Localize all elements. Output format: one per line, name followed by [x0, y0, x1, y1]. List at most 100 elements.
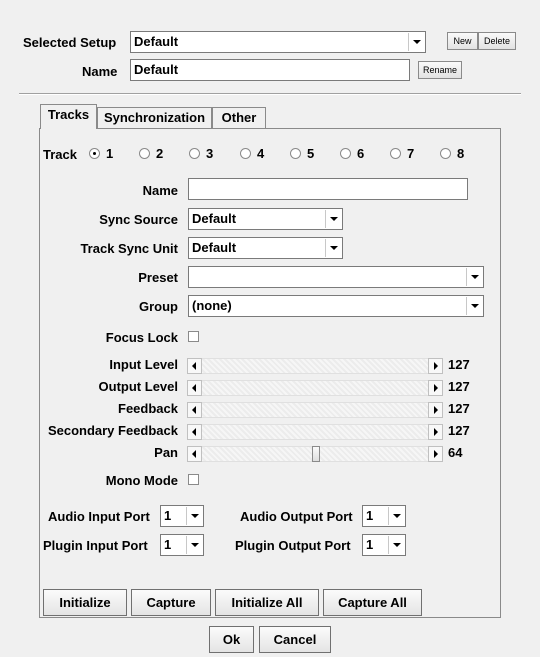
preset-select[interactable]: [188, 266, 484, 288]
chevron-right-icon[interactable]: [428, 424, 443, 440]
slider-track[interactable]: [187, 424, 443, 440]
track-radio-label: 6: [357, 146, 365, 161]
chevron-left-icon[interactable]: [187, 358, 202, 374]
radio-dot-icon: [240, 148, 251, 159]
setup-name-input[interactable]: Default: [130, 59, 410, 81]
plugin-output-port-label: Plugin Output Port: [235, 538, 351, 553]
track-sync-unit-value: Default: [192, 240, 237, 255]
chevron-left-icon[interactable]: [187, 402, 202, 418]
selected-setup-label: Selected Setup: [23, 35, 117, 50]
group-select[interactable]: (none): [188, 295, 484, 317]
track-radio-4[interactable]: 4: [240, 146, 264, 161]
cancel-button[interactable]: Cancel: [259, 626, 331, 653]
slider-label: Secondary Feedback: [47, 423, 178, 438]
ok-button[interactable]: Ok: [209, 626, 254, 653]
delete-setup-button[interactable]: Delete: [478, 32, 516, 50]
slider-label: Feedback: [118, 401, 178, 416]
audio-input-port-value: 1: [164, 508, 172, 523]
slider-value: 127: [448, 423, 470, 438]
chevron-down-icon[interactable]: [186, 536, 202, 554]
audio-input-port-select[interactable]: 1: [160, 505, 204, 527]
plugin-input-port-value: 1: [164, 537, 172, 552]
chevron-right-icon[interactable]: [428, 402, 443, 418]
slider-label: Input Level: [109, 357, 178, 372]
group-label: Group: [139, 299, 178, 314]
initialize-all-button[interactable]: Initialize All: [215, 589, 319, 616]
audio-input-port-label: Audio Input Port: [48, 509, 150, 524]
chevron-down-icon[interactable]: [186, 507, 202, 525]
track-radio-label: 3: [206, 146, 214, 161]
slider-track[interactable]: [187, 402, 443, 418]
chevron-down-icon[interactable]: [408, 33, 424, 51]
capture-button[interactable]: Capture: [131, 589, 211, 616]
chevron-down-icon[interactable]: [388, 536, 404, 554]
track-sync-unit-select[interactable]: Default: [188, 237, 343, 259]
slider-track[interactable]: [187, 446, 443, 462]
chevron-left-icon[interactable]: [187, 446, 202, 462]
track-name-input[interactable]: [188, 178, 468, 200]
tab-synchronization[interactable]: Synchronization: [97, 107, 212, 129]
slider-track[interactable]: [187, 380, 443, 396]
slider-thumb[interactable]: [312, 446, 320, 462]
focus-lock-label: Focus Lock: [105, 330, 178, 345]
plugin-output-port-select[interactable]: 1: [362, 534, 406, 556]
radio-dot-icon: [89, 148, 100, 159]
mono-mode-checkbox[interactable]: [188, 474, 199, 485]
radio-dot-icon: [340, 148, 351, 159]
chevron-right-icon[interactable]: [428, 380, 443, 396]
selected-setup-select[interactable]: Default: [130, 31, 426, 53]
chevron-right-icon[interactable]: [428, 358, 443, 374]
slider-track[interactable]: [187, 358, 443, 374]
chevron-right-icon[interactable]: [428, 446, 443, 462]
track-radio-8[interactable]: 8: [440, 146, 464, 161]
track-radio-6[interactable]: 6: [340, 146, 364, 161]
slider-value: 127: [448, 379, 470, 394]
track-radio-label: 2: [156, 146, 164, 161]
radio-dot-icon: [440, 148, 451, 159]
track-radio-7[interactable]: 7: [390, 146, 414, 161]
preset-label: Preset: [138, 270, 178, 285]
track-radio-label: 8: [457, 146, 465, 161]
chevron-down-icon[interactable]: [466, 297, 482, 315]
track-radio-label: 1: [106, 146, 114, 161]
group-value: (none): [192, 298, 232, 313]
initialize-button[interactable]: Initialize: [43, 589, 127, 616]
radio-dot-icon: [290, 148, 301, 159]
audio-output-port-value: 1: [366, 508, 374, 523]
tab-tracks[interactable]: Tracks: [40, 104, 97, 129]
selected-setup-value: Default: [134, 34, 179, 49]
track-radio-label: 7: [407, 146, 415, 161]
track-radio-5[interactable]: 5: [290, 146, 314, 161]
tab-other[interactable]: Other: [212, 107, 266, 129]
slider-label: Output Level: [98, 379, 178, 394]
sync-source-select[interactable]: Default: [188, 208, 343, 230]
rename-setup-button[interactable]: Rename: [418, 61, 462, 79]
track-sync-unit-label: Track Sync Unit: [80, 241, 178, 256]
chevron-left-icon[interactable]: [187, 424, 202, 440]
track-label: Track: [43, 147, 77, 162]
plugin-input-port-select[interactable]: 1: [160, 534, 204, 556]
track-radio-label: 5: [307, 146, 315, 161]
audio-output-port-select[interactable]: 1: [362, 505, 406, 527]
track-radio-1[interactable]: 1: [89, 146, 113, 161]
focus-lock-checkbox[interactable]: [188, 331, 199, 342]
chevron-down-icon[interactable]: [466, 268, 482, 286]
chevron-down-icon[interactable]: [325, 210, 341, 228]
setup-name-label: Name: [82, 64, 118, 79]
plugin-output-port-value: 1: [366, 537, 374, 552]
section-divider: [19, 93, 521, 95]
chevron-down-icon[interactable]: [388, 507, 404, 525]
mono-mode-label: Mono Mode: [105, 473, 178, 488]
chevron-down-icon[interactable]: [325, 239, 341, 257]
radio-dot-icon: [189, 148, 200, 159]
slider-value: 64: [448, 445, 463, 460]
sync-source-value: Default: [192, 211, 237, 226]
radio-dot-icon: [390, 148, 401, 159]
track-radio-label: 4: [257, 146, 265, 161]
slider-value: 127: [448, 357, 470, 372]
track-radio-2[interactable]: 2: [139, 146, 163, 161]
track-radio-3[interactable]: 3: [189, 146, 213, 161]
capture-all-button[interactable]: Capture All: [323, 589, 422, 616]
chevron-left-icon[interactable]: [187, 380, 202, 396]
new-setup-button[interactable]: New: [447, 32, 478, 50]
